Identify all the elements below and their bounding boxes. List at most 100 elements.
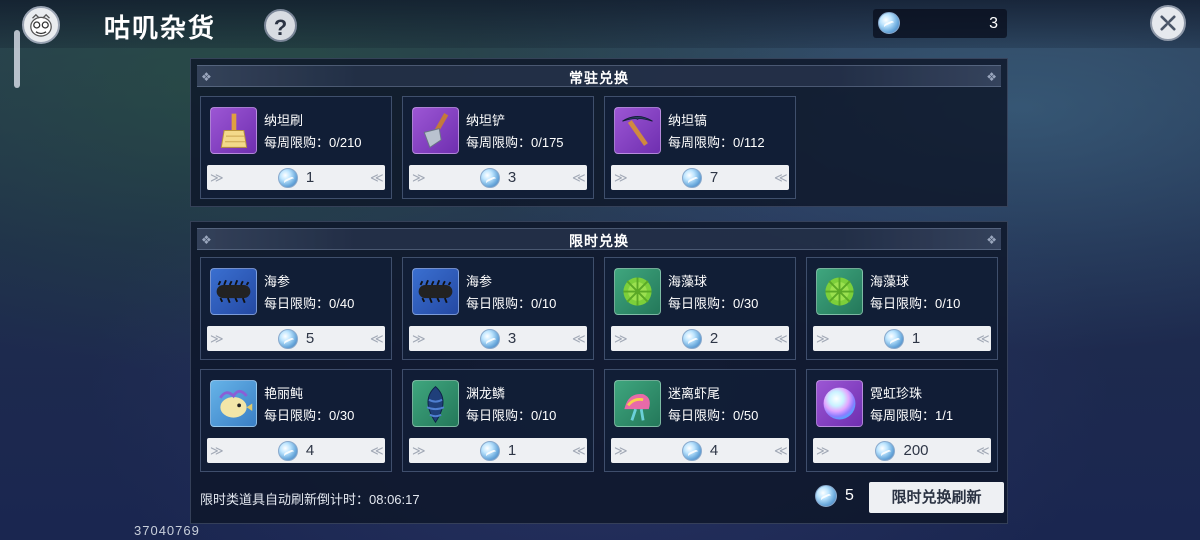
section-title: 限时兑换 [569, 233, 629, 249]
scroll-handle[interactable] [14, 30, 20, 88]
chevron-right-icon: ≪ [370, 443, 384, 458]
shop-owner-avatar-icon [22, 6, 60, 44]
price-value: 2 [709, 330, 719, 347]
neon-pearl-icon [816, 380, 863, 427]
shop-item-card[interactable]: 纳坦刷 每周限购：0/210 ≫ 1 ≪ [200, 96, 392, 199]
close-button[interactable] [1150, 5, 1186, 41]
shop-item-card[interactable]: 迷离虾尾 每日限购：0/50 ≫ 4 ≪ [604, 369, 796, 472]
buy-button[interactable]: ≫ 7 ≪ [611, 165, 789, 190]
item-limit: 每日限购：0/10 [466, 296, 557, 311]
chevron-right-icon: ≪ [370, 170, 384, 185]
item-limit: 每周限购：0/112 [668, 135, 765, 150]
chevron-right-icon: ≪ [572, 170, 586, 185]
chevron-right-icon: ≪ [370, 331, 384, 346]
close-icon [1160, 15, 1176, 31]
buy-button[interactable]: ≫ 1 ≪ [409, 438, 587, 463]
item-limit: 每日限购：0/10 [870, 296, 961, 311]
ornament-icon: ❖ [986, 70, 997, 84]
buy-button[interactable]: ≫ 3 ≪ [409, 165, 587, 190]
chevron-right-icon: ≪ [976, 443, 990, 458]
price-value: 3 [507, 169, 517, 186]
shop-item-card[interactable]: 海藻球 每日限购：0/10 ≫ 1 ≪ [806, 257, 998, 360]
section-title: 常驻兑换 [569, 70, 629, 86]
currency-gem-icon [479, 440, 500, 461]
item-name: 海藻球 [870, 274, 910, 289]
shovel-icon [412, 107, 459, 154]
ornament-icon: ❖ [986, 233, 997, 247]
item-limit: 每周限购：1/1 [870, 408, 954, 423]
chevron-right-icon: ≪ [774, 443, 788, 458]
buy-button[interactable]: ≫ 1 ≪ [813, 326, 991, 351]
buy-button[interactable]: ≫ 200 ≪ [813, 438, 991, 463]
buy-button[interactable]: ≫ 3 ≪ [409, 326, 587, 351]
item-name: 海参 [466, 274, 493, 289]
item-name: 纳坦铲 [466, 113, 506, 128]
price-value: 1 [305, 169, 315, 186]
price-value: 1 [911, 330, 921, 347]
permanent-exchange-section: ❖ 常驻兑换 ❖ 纳坦刷 每周限购：0/210 ≫ 1 ≪ 纳坦铲 每周限购：0… [190, 58, 1008, 207]
shop-item-card[interactable]: 渊龙鳞 每日限购：0/10 ≫ 1 ≪ [402, 369, 594, 472]
buy-button[interactable]: ≫ 5 ≪ [207, 326, 385, 351]
currency-display: 3 [873, 9, 1007, 38]
buy-button[interactable]: ≫ 4 ≪ [611, 438, 789, 463]
price-value: 1 [507, 442, 517, 459]
currency-gem-icon [681, 167, 702, 188]
seaweed-ball-icon [614, 268, 661, 315]
seaweed-ball-icon [816, 268, 863, 315]
buy-button[interactable]: ≫ 2 ≪ [611, 326, 789, 351]
currency-gem-icon [479, 167, 500, 188]
currency-gem-icon [479, 328, 500, 349]
shop-item-card[interactable]: 纳坦镐 每周限购：0/112 ≫ 7 ≪ [604, 96, 796, 199]
price-value: 4 [709, 442, 719, 459]
buy-button[interactable]: ≫ 1 ≪ [207, 165, 385, 190]
item-name: 纳坦镐 [668, 113, 708, 128]
chevron-right-icon: ≪ [572, 331, 586, 346]
chevron-right-icon: ≪ [976, 331, 990, 346]
item-limit: 每日限购：0/10 [466, 408, 557, 423]
shop-item-card[interactable]: 海参 每日限购：0/40 ≫ 5 ≪ [200, 257, 392, 360]
limited-exchange-section: ❖ 限时兑换 ❖ 海参 每日限购：0/40 ≫ 5 ≪ 海参 每日限购：0/10… [190, 221, 1008, 524]
shop-item-card[interactable]: 艳丽鲀 每日限购：0/30 ≫ 4 ≪ [200, 369, 392, 472]
item-limit: 每日限购：0/50 [668, 408, 759, 423]
item-limit: 每周限购：0/175 [466, 135, 564, 150]
item-name: 渊龙鳞 [466, 386, 506, 401]
item-name: 霓虹珍珠 [870, 386, 923, 401]
price-value: 7 [709, 169, 719, 186]
help-button[interactable]: ? [264, 9, 297, 42]
item-limit: 每日限购：0/30 [668, 296, 759, 311]
shop-item-card[interactable]: 海藻球 每日限购：0/30 ≫ 2 ≪ [604, 257, 796, 360]
item-name: 艳丽鲀 [264, 386, 304, 401]
shop-item-card[interactable]: 霓虹珍珠 每周限购：1/1 ≫ 200 ≪ [806, 369, 998, 472]
currency-gem-icon [878, 12, 900, 34]
item-name: 海参 [264, 274, 291, 289]
refresh-limited-button[interactable]: 限时兑换刷新 [869, 482, 1004, 513]
item-name: 纳坦刷 [264, 113, 304, 128]
price-value: 3 [507, 330, 517, 347]
sea-cucumber-icon [210, 268, 257, 315]
section-header: ❖ 限时兑换 ❖ [197, 228, 1001, 250]
currency-amount: 3 [989, 15, 998, 32]
shop-title: 咕叽杂货 [104, 13, 217, 43]
currency-gem-icon [815, 485, 837, 507]
price-value: 200 [903, 442, 929, 459]
buy-button[interactable]: ≫ 4 ≪ [207, 438, 385, 463]
chevron-right-icon: ≪ [572, 443, 586, 458]
item-name: 迷离虾尾 [668, 386, 721, 401]
currency-gem-icon [875, 440, 896, 461]
pufferfish-icon [210, 380, 257, 427]
chevron-right-icon: ≪ [774, 331, 788, 346]
section-header: ❖ 常驻兑换 ❖ [197, 65, 1001, 87]
item-limit: 每日限购：0/30 [264, 408, 355, 423]
item-limit: 每周限购：0/210 [264, 135, 362, 150]
currency-gem-icon [277, 440, 298, 461]
currency-gem-icon [277, 167, 298, 188]
player-uid: 37040769 [134, 523, 200, 538]
shop-item-card[interactable]: 海参 每日限购：0/10 ≫ 3 ≪ [402, 257, 594, 360]
currency-gem-icon [883, 328, 904, 349]
currency-gem-icon [277, 328, 298, 349]
brush-icon [210, 107, 257, 154]
shop-item-card[interactable]: 纳坦铲 每周限购：0/175 ≫ 3 ≪ [402, 96, 594, 199]
sea-cucumber-icon [412, 268, 459, 315]
item-name: 海藻球 [668, 274, 708, 289]
price-value: 5 [305, 330, 315, 347]
